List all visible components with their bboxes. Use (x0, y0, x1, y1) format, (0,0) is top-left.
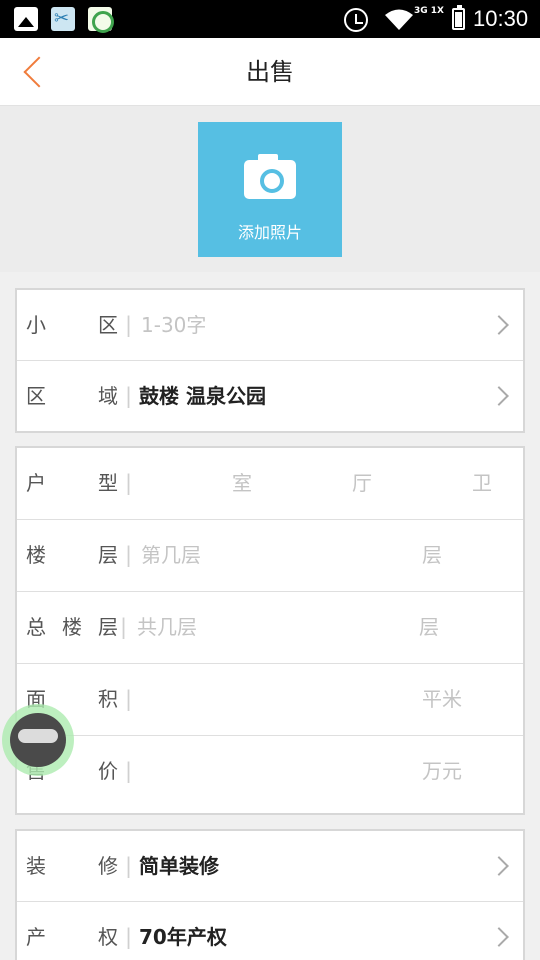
community-row[interactable]: 小区 | 1-30字 (17, 290, 523, 361)
area-value: 鼓楼 温泉公园 (139, 384, 266, 408)
title-bar: 出售 (0, 38, 540, 106)
separator: | (125, 543, 133, 567)
add-photo-label: 添加照片 (237, 223, 302, 242)
separator: | (125, 759, 133, 783)
separator: | (125, 384, 133, 408)
layout-label: 户型 (26, 471, 118, 495)
price-unit: 万元 (422, 759, 462, 783)
camera-icon (244, 154, 296, 199)
separator: | (125, 687, 133, 711)
floating-assistant-icon[interactable] (2, 704, 74, 776)
add-photo-button[interactable]: 添加照片 (198, 122, 342, 257)
bathrooms-unit[interactable]: 卫 (472, 469, 492, 497)
total-floors-label: 总楼层 (26, 615, 118, 639)
location-card: 小区 | 1-30字 区域 | 鼓楼 温泉公园 (15, 288, 525, 433)
floor-label: 楼层 (26, 543, 118, 567)
photo-area: 添加照片 (0, 106, 540, 272)
decoration-label: 装修 (26, 854, 118, 878)
layout-row: 户型 | 室 厅 卫 (17, 448, 523, 520)
property-row[interactable]: 产权 | 70年产权 (17, 902, 523, 960)
separator: | (120, 615, 128, 639)
total-floors-unit: 层 (419, 615, 439, 639)
page-title: 出售 (246, 58, 294, 86)
scissors-notification-icon (51, 7, 75, 31)
battery-icon (452, 5, 465, 30)
network-type-label: 3G 1X (414, 6, 444, 16)
floor-row: 楼层 | 第几层 层 (17, 520, 523, 592)
property-value: 70年产权 (139, 925, 227, 949)
separator: | (125, 854, 133, 878)
details-card: 户型 | 室 厅 卫 楼层 | 第几层 层 总楼层 | 共几层 层 面积 | 平… (15, 446, 525, 815)
chevron-right-icon[interactable] (492, 925, 510, 949)
decoration-row[interactable]: 装修 | 简单装修 (17, 831, 523, 902)
floor-input[interactable]: 第几层 (141, 541, 201, 569)
chevron-right-icon[interactable] (492, 313, 510, 337)
floor-unit: 层 (422, 543, 442, 567)
size-unit: 平米 (422, 687, 462, 711)
community-label: 小区 (26, 313, 118, 337)
separator: | (125, 925, 133, 949)
separator: | (125, 313, 133, 337)
price-row: 售价 | 万元 (17, 736, 523, 808)
halls-unit[interactable]: 厅 (352, 469, 372, 497)
chevron-right-icon[interactable] (492, 854, 510, 878)
property-label: 产权 (26, 925, 118, 949)
wifi-icon (385, 9, 413, 30)
gallery-notification-icon (14, 7, 38, 31)
total-floors-input[interactable]: 共几层 (137, 613, 197, 641)
area-row[interactable]: 区域 | 鼓楼 温泉公园 (17, 361, 523, 431)
size-input[interactable] (141, 685, 401, 713)
separator: | (125, 471, 133, 495)
extra-card: 装修 | 简单装修 产权 | 70年产权 (15, 829, 525, 960)
size-row: 面积 | 平米 (17, 664, 523, 736)
price-input[interactable] (141, 757, 401, 785)
total-floors-row: 总楼层 | 共几层 层 (17, 592, 523, 664)
clock: 10:30 (473, 6, 529, 31)
area-label: 区域 (26, 384, 118, 408)
decoration-value: 简单装修 (139, 854, 219, 878)
rooms-unit[interactable]: 室 (232, 469, 252, 497)
robot-notification-icon (88, 7, 114, 33)
alarm-icon (344, 8, 368, 32)
chevron-right-icon[interactable] (492, 384, 510, 408)
community-input[interactable]: 1-30字 (141, 311, 206, 339)
status-bar: 3G 1X 10:30 (0, 0, 540, 38)
